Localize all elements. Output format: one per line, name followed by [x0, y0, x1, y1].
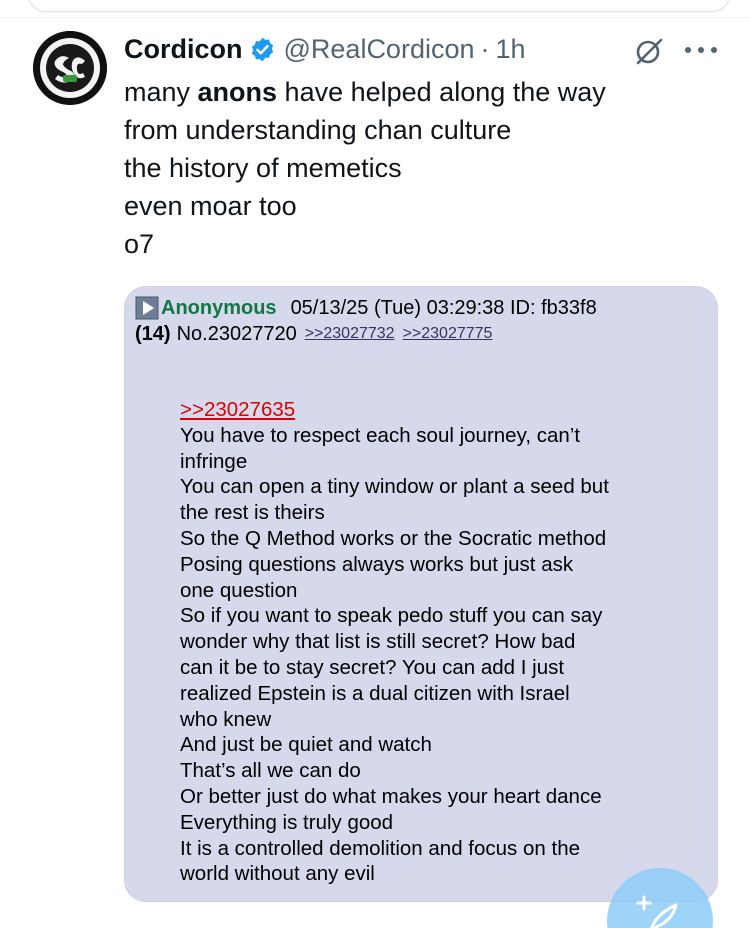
- more-icon[interactable]: [684, 46, 718, 54]
- separator-dot: ·: [480, 33, 490, 64]
- tweet-timestamp[interactable]: 1h: [496, 34, 526, 65]
- post-number: No.23027720: [176, 322, 297, 345]
- tweet-line: even moar too: [124, 191, 297, 221]
- poster-name: Anonymous: [161, 296, 277, 319]
- body-line: who knew: [180, 707, 272, 731]
- compose-post-icon: [636, 895, 678, 928]
- tweet-header: Cordicon @RealCordicon · 1h: [124, 30, 526, 68]
- body-line: That’s all we can do: [180, 759, 361, 783]
- verified-badge-icon: [251, 37, 273, 61]
- post-meta: 05/13/25 (Tue) 03:29:38 ID: fb33f8: [290, 296, 597, 319]
- body-line: Posing questions always works but just a…: [180, 552, 574, 576]
- body-line: can it be to stay secret? You can add I …: [180, 655, 565, 679]
- author-handle[interactable]: @RealCordicon: [284, 34, 475, 65]
- body-line: realized Epstein is a dual citizen with …: [180, 681, 570, 705]
- body-line: wonder why that list is still secret? Ho…: [180, 630, 576, 654]
- author-name[interactable]: Cordicon: [124, 34, 243, 65]
- quote-link: >>23027635: [180, 398, 296, 421]
- reply-count: (14): [135, 322, 171, 345]
- author-avatar[interactable]: [33, 31, 107, 105]
- tweet-line: many anons have helped along the way: [124, 77, 606, 107]
- body-line: You have to respect each soul journey, c…: [180, 423, 581, 447]
- play-icon: [135, 296, 159, 320]
- timeline-divider: [0, 17, 750, 18]
- chan-post-header: Anonymous 05/13/25 (Tue) 03:29:38 ID: fb…: [135, 295, 597, 347]
- backlink: >>23027732: [304, 325, 395, 342]
- tweet-line: the history of memetics: [124, 153, 402, 183]
- body-line: It is a controlled demolition and focus …: [180, 836, 580, 860]
- chan-post-body: >>23027635 You have to respect each soul…: [180, 397, 700, 887]
- sc-logo-icon: [33, 31, 107, 105]
- tweet-text: many anons have helped along the way fro…: [124, 73, 724, 263]
- body-line: So the Q Method works or the Socratic me…: [180, 526, 607, 550]
- body-line: infringe: [180, 449, 248, 473]
- previous-embed-card[interactable]: [28, 0, 730, 12]
- body-line: the rest is theirs: [180, 501, 325, 525]
- grok-icon[interactable]: [634, 36, 664, 66]
- tweet-line: o7: [124, 229, 155, 259]
- body-line: Everything is truly good: [180, 810, 394, 834]
- backlink: >>23027775: [402, 325, 493, 342]
- body-line: Or better just do what makes your heart …: [180, 784, 602, 808]
- body-line: You can open a tiny window or plant a se…: [180, 475, 609, 499]
- tweet-line: from understanding chan culture: [124, 115, 512, 145]
- body-line: one question: [180, 578, 298, 602]
- attached-image[interactable]: Anonymous 05/13/25 (Tue) 03:29:38 ID: fb…: [124, 286, 718, 902]
- body-line: And just be quiet and watch: [180, 733, 432, 757]
- body-line: So if you want to speak pedo stuff you c…: [180, 604, 603, 628]
